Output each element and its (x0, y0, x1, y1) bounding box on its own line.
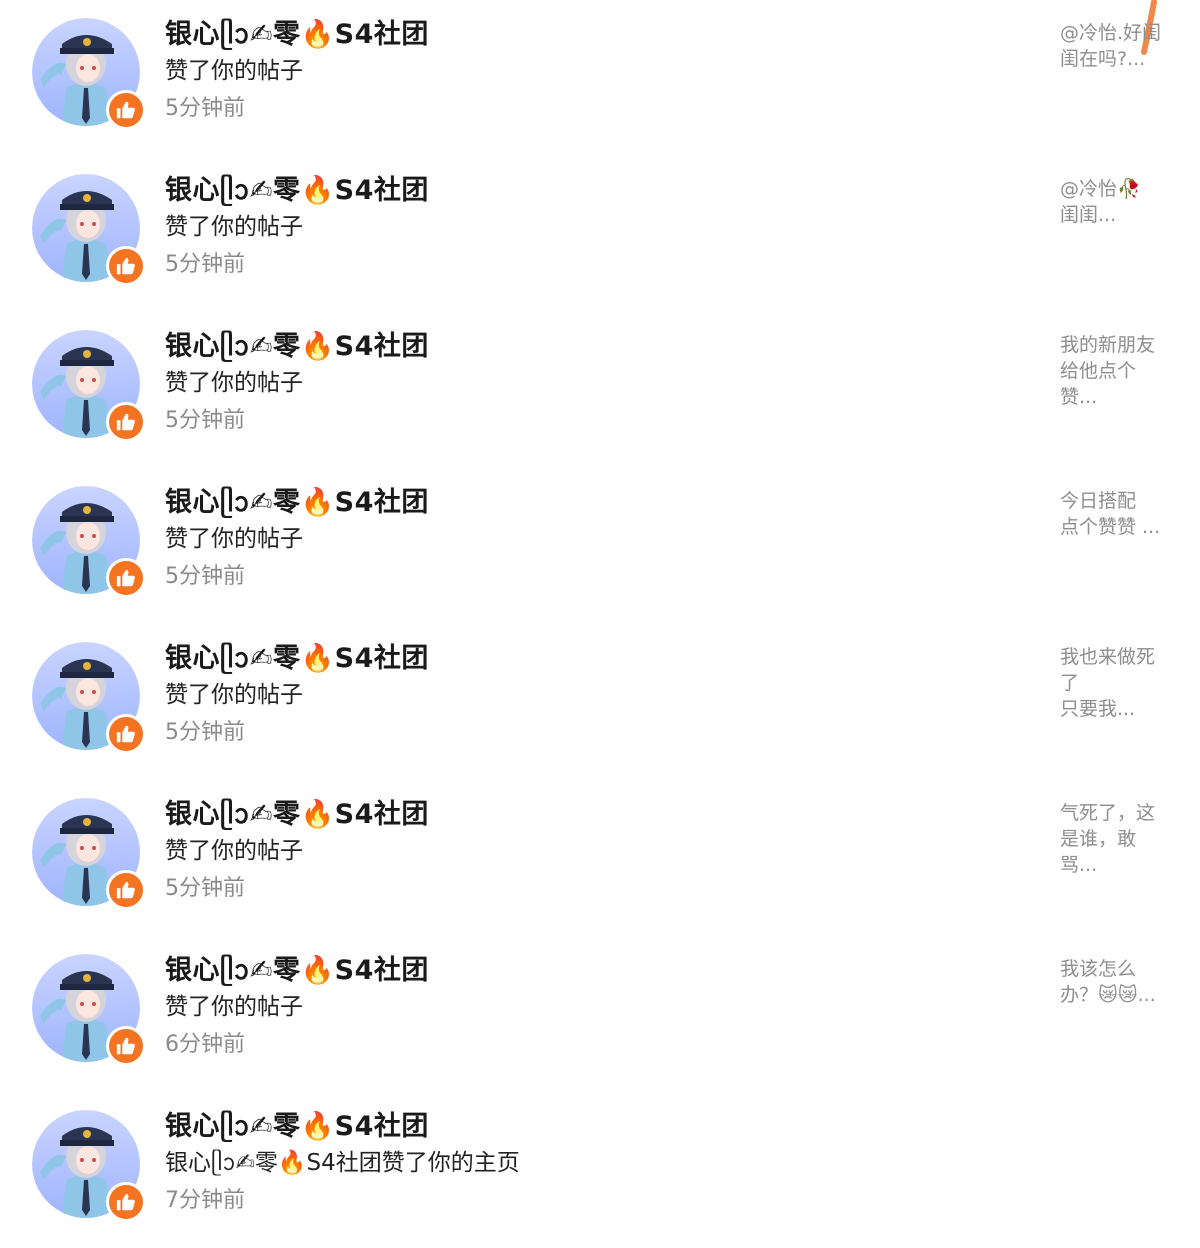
like-badge (106, 870, 146, 910)
notification-text: 银心ᥫᩣ✍零🔥S4社团 赞了你的帖子 5分钟前 (165, 484, 1025, 594)
post-preview[interactable]: @冷怡🥀 闺闺... (1060, 176, 1168, 228)
notification-text: 银心ᥫᩣ✍零🔥S4社团 银心ᥫᩣ✍零🔥S4社团赞了你的主页 7分钟前 (165, 1108, 1025, 1218)
thumbs-up-icon (116, 1037, 135, 1055)
action-text: 赞了你的帖子 (165, 370, 303, 396)
action-text: 银心ᥫᩣ✍零🔥S4社团赞了你的主页 (165, 1150, 520, 1176)
notification-item[interactable]: 银心ᥫᩣ✍零🔥S4社团 赞了你的帖子 5分钟前 今日搭配 点个赞赞 ... (0, 468, 1200, 624)
avatar[interactable] (32, 798, 146, 910)
user-name[interactable]: 银心ᥫᩣ✍零🔥S4社团 (165, 1108, 1025, 1146)
notification-text: 银心ᥫᩣ✍零🔥S4社团 赞了你的帖子 5分钟前 (165, 640, 1025, 750)
action-text: 赞了你的帖子 (165, 526, 303, 552)
avatar[interactable] (32, 954, 146, 1066)
user-name[interactable]: 银心ᥫᩣ✍零🔥S4社团 (165, 484, 1025, 522)
notification-item[interactable]: 银心ᥫᩣ✍零🔥S4社团 赞了你的帖子 5分钟前 @冷怡.好闺 闺在吗?... (0, 0, 1200, 156)
timestamp: 5分钟前 (165, 252, 245, 277)
action-text: 赞了你的帖子 (165, 214, 303, 240)
user-name[interactable]: 银心ᥫᩣ✍零🔥S4社团 (165, 328, 1025, 366)
post-preview[interactable]: 我该怎么 办？😿😿... (1060, 956, 1168, 1008)
timestamp: 5分钟前 (165, 408, 245, 433)
notification-item[interactable]: 银心ᥫᩣ✍零🔥S4社团 银心ᥫᩣ✍零🔥S4社团赞了你的主页 7分钟前 (0, 1092, 1200, 1248)
avatar[interactable] (32, 18, 146, 130)
timestamp: 5分钟前 (165, 96, 245, 121)
timestamp: 5分钟前 (165, 876, 245, 901)
thumbs-up-icon (116, 881, 135, 899)
notification-item[interactable]: 银心ᥫᩣ✍零🔥S4社团 赞了你的帖子 5分钟前 @冷怡🥀 闺闺... (0, 156, 1200, 312)
notification-text: 银心ᥫᩣ✍零🔥S4社团 赞了你的帖子 6分钟前 (165, 952, 1025, 1062)
like-badge (106, 558, 146, 598)
notification-text: 银心ᥫᩣ✍零🔥S4社团 赞了你的帖子 5分钟前 (165, 796, 1025, 906)
avatar[interactable] (32, 642, 146, 754)
user-name[interactable]: 银心ᥫᩣ✍零🔥S4社团 (165, 172, 1025, 210)
action-text: 赞了你的帖子 (165, 58, 303, 84)
avatar[interactable] (32, 486, 146, 598)
post-preview[interactable]: 我也来做死 了 只要我... (1060, 644, 1168, 722)
notification-text: 银心ᥫᩣ✍零🔥S4社团 赞了你的帖子 5分钟前 (165, 172, 1025, 282)
like-badge (106, 246, 146, 286)
thumbs-up-icon (116, 725, 135, 743)
notification-item[interactable]: 银心ᥫᩣ✍零🔥S4社团 赞了你的帖子 5分钟前 我的新朋友 给他点个 赞... (0, 312, 1200, 468)
post-preview[interactable]: @冷怡.好闺 闺在吗?... (1060, 20, 1168, 72)
action-text: 赞了你的帖子 (165, 682, 303, 708)
user-name[interactable]: 银心ᥫᩣ✍零🔥S4社团 (165, 796, 1025, 834)
like-badge (106, 1182, 146, 1222)
avatar[interactable] (32, 330, 146, 442)
action-text: 赞了你的帖子 (165, 838, 303, 864)
like-badge (106, 402, 146, 442)
like-badge (106, 714, 146, 754)
timestamp: 5分钟前 (165, 720, 245, 745)
avatar[interactable] (32, 1110, 146, 1222)
thumbs-up-icon (116, 257, 135, 275)
post-preview[interactable]: 我的新朋友 给他点个 赞... (1060, 332, 1168, 410)
notification-item[interactable]: 银心ᥫᩣ✍零🔥S4社团 赞了你的帖子 5分钟前 气死了，这 是谁，敢 骂... (0, 780, 1200, 936)
notification-item[interactable]: 银心ᥫᩣ✍零🔥S4社团 赞了你的帖子 5分钟前 我也来做死 了 只要我... (0, 624, 1200, 780)
user-name[interactable]: 银心ᥫᩣ✍零🔥S4社团 (165, 952, 1025, 990)
notification-item[interactable]: 银心ᥫᩣ✍零🔥S4社团 赞了你的帖子 6分钟前 我该怎么 办？😿😿... (0, 936, 1200, 1092)
action-text: 赞了你的帖子 (165, 994, 303, 1020)
post-preview[interactable]: 气死了，这 是谁，敢 骂... (1060, 800, 1168, 878)
timestamp: 6分钟前 (165, 1032, 245, 1057)
post-preview[interactable]: 今日搭配 点个赞赞 ... (1060, 488, 1168, 540)
notification-text: 银心ᥫᩣ✍零🔥S4社团 赞了你的帖子 5分钟前 (165, 328, 1025, 438)
like-badge (106, 90, 146, 130)
avatar[interactable] (32, 174, 146, 286)
timestamp: 7分钟前 (165, 1188, 245, 1213)
thumbs-up-icon (116, 1193, 135, 1211)
like-badge (106, 1026, 146, 1066)
user-name[interactable]: 银心ᥫᩣ✍零🔥S4社团 (165, 16, 1025, 54)
notification-text: 银心ᥫᩣ✍零🔥S4社团 赞了你的帖子 5分钟前 (165, 16, 1025, 126)
notification-list: 银心ᥫᩣ✍零🔥S4社团 赞了你的帖子 5分钟前 @冷怡.好闺 闺在吗?... 银… (0, 0, 1200, 1222)
user-name[interactable]: 银心ᥫᩣ✍零🔥S4社团 (165, 640, 1025, 678)
thumbs-up-icon (116, 101, 135, 119)
thumbs-up-icon (116, 569, 135, 587)
thumbs-up-icon (116, 413, 135, 431)
timestamp: 5分钟前 (165, 564, 245, 589)
